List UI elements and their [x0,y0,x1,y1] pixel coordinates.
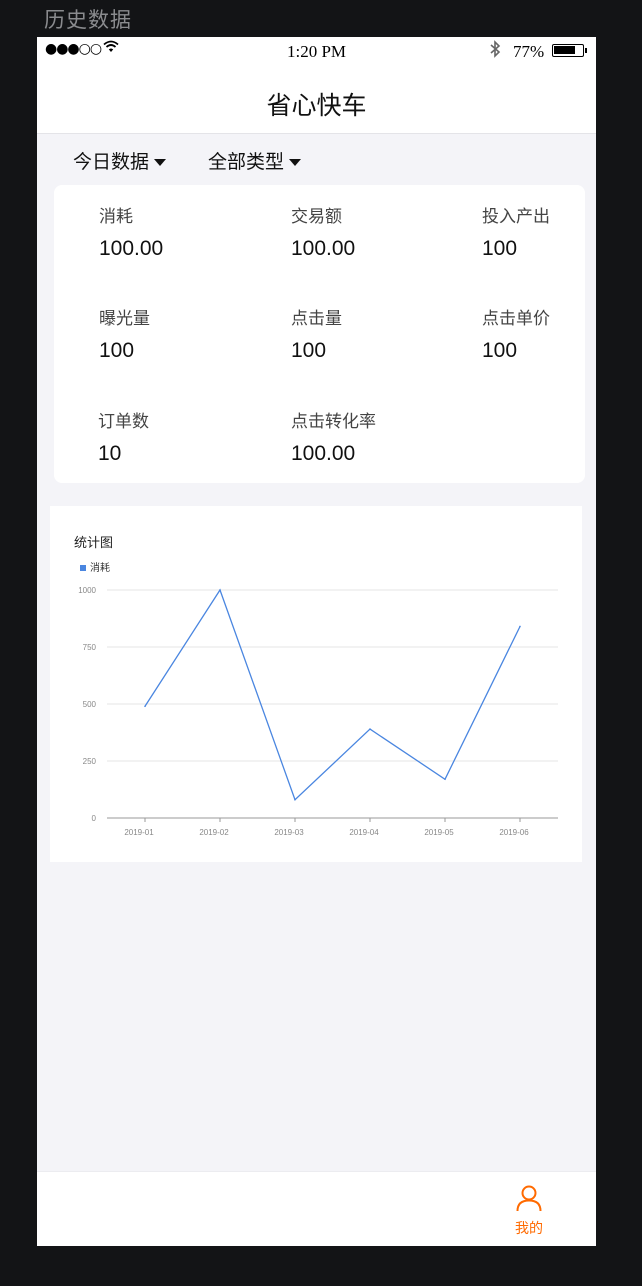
x-tick-label: 2019-04 [349,828,379,837]
metric-value: 100.00 [291,237,356,260]
y-tick-label: 750 [83,643,97,652]
battery-fill [554,46,575,54]
y-tick-label: 250 [83,757,97,766]
metric-label: 订单数 [98,412,149,432]
metric-impressions: 曝光量 100 [99,304,150,363]
metric-value: 100 [482,339,518,362]
data-point [219,589,221,591]
phone-screen: ●●●○○ 1:20 PM 77% 省心快车 今日数据 全部类型 消耗 100.… [37,37,596,1246]
data-point [294,798,296,801]
status-bar: ●●●○○ 1:20 PM 77% [37,37,596,65]
tab-me[interactable]: 我的 [509,1184,549,1238]
x-tick-label: 2019-06 [499,828,529,837]
metrics-card: 消耗 100.00 交易额 100.00 投入产出 100 曝光量 100 点击… [54,185,585,483]
artboard-title: 历史数据 [44,8,132,32]
tab-me-label: 我的 [515,1221,543,1237]
battery-icon [552,44,587,57]
data-point [519,625,521,628]
x-tick-label: 2019-01 [124,828,154,837]
metric-value: 100.00 [99,237,164,260]
metric-value: 100 [291,339,327,362]
data-point [444,778,446,781]
metric-transaction-amount: 交易额 100.00 [291,202,355,261]
type-dropdown[interactable]: 全部类型 [208,147,302,174]
metric-cost: 消耗 100.00 [99,202,163,261]
y-tick-label: 0 [92,814,97,823]
metric-orders: 订单数 10 [98,407,149,466]
y-tick-label: 500 [83,700,97,709]
metric-value: 100.00 [291,442,356,465]
series-line [144,588,521,801]
user-icon [516,1185,542,1212]
caret-down-icon [289,159,302,166]
nav-bar: 省心快车 [37,65,596,134]
tab-bar: 我的 [37,1171,596,1246]
bluetooth-icon [489,40,501,62]
metric-label: 点击量 [291,309,342,329]
metric-label: 交易额 [291,207,342,227]
metric-click-conversion-rate: 点击转化率 100.00 [291,407,376,466]
metric-value: 10 [98,442,122,465]
x-tick-label: 2019-05 [424,828,454,837]
y-tick-label: 1000 [78,586,96,595]
data-point [144,705,146,708]
metric-value: 100 [482,237,518,260]
page-title: 省心快车 [266,91,367,120]
x-tick-label: 2019-03 [274,828,304,837]
metric-clicks: 点击量 100 [291,304,342,363]
metric-cost-per-click: 点击单价 100 [482,304,550,363]
chart-card: 统计图 消耗 0 250 500 750 1000 2019-01 2019-02 2019-… [50,506,582,862]
metric-label: 消耗 [99,207,133,227]
battery-tip [585,48,587,53]
metric-label: 投入产出 [482,207,550,227]
battery-percent: 77% [513,42,545,61]
x-tick-label: 2019-02 [199,828,229,837]
date-range-label: 今日数据 [73,151,150,173]
data-point [369,728,371,730]
date-range-dropdown[interactable]: 今日数据 [73,147,167,174]
metric-label: 点击转化率 [291,412,376,432]
caret-down-icon [154,159,167,166]
line-chart: 0 250 500 750 1000 2019-01 2019-02 2019-03 2019-… [78,586,558,837]
metric-label: 曝光量 [99,309,150,329]
type-label: 全部类型 [208,151,285,173]
metric-label: 点击单价 [482,309,550,329]
metric-value: 100 [99,339,135,362]
metric-roi: 投入产出 100 [482,202,550,261]
